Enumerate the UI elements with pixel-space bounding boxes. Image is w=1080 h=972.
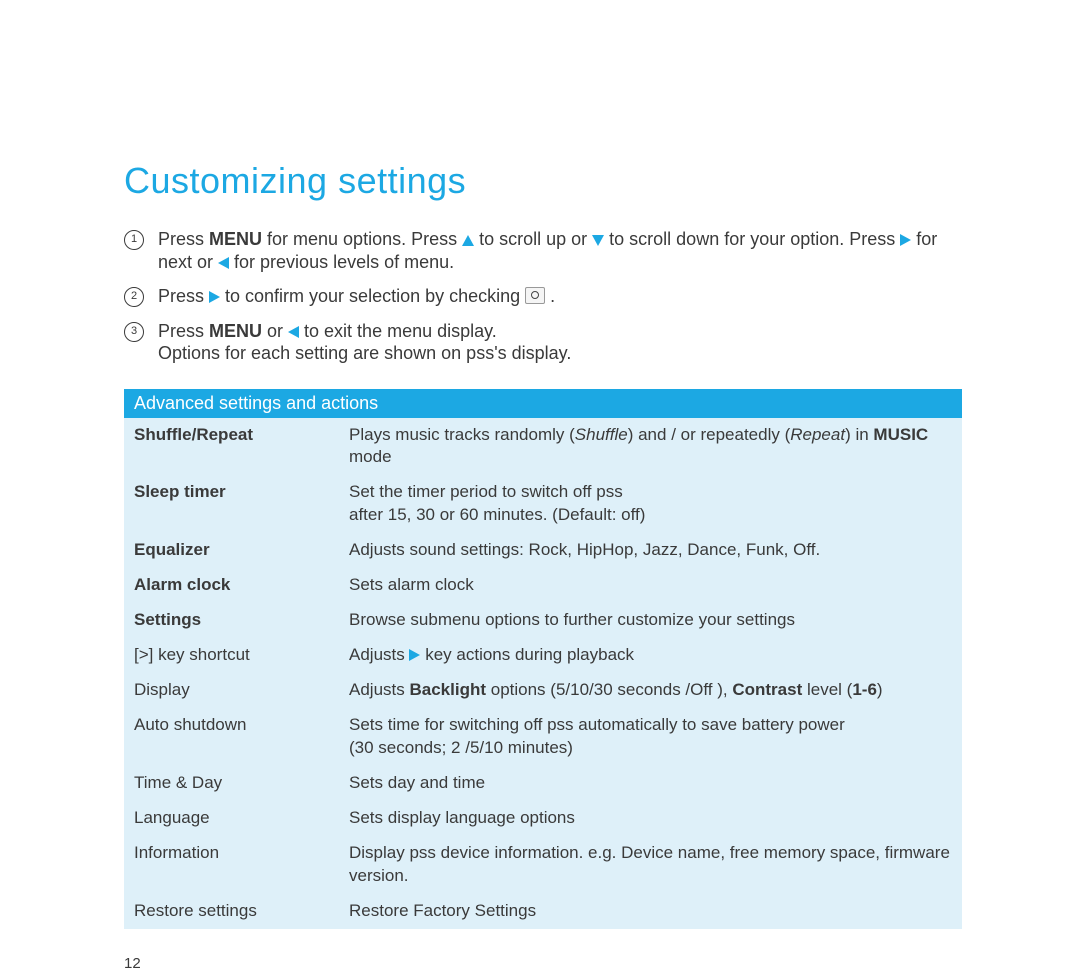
- checkbox-icon: [525, 287, 545, 304]
- table-row: [>] key shortcutAdjusts key actions duri…: [124, 638, 962, 673]
- step-1-text: Press MENU for menu options. Press to sc…: [158, 228, 962, 273]
- setting-label: Equalizer: [124, 533, 339, 568]
- setting-label: Time & Day: [124, 766, 339, 801]
- table-row: Auto shutdownSets time for switching off…: [124, 708, 962, 766]
- page-title: Customizing settings: [124, 160, 962, 202]
- step-number-3: 3: [124, 322, 144, 342]
- table-row: LanguageSets display language options: [124, 801, 962, 836]
- step-3-text: Press MENU or to exit the menu display. …: [158, 320, 962, 365]
- settings-table: Advanced settings and actions Shuffle/Re…: [124, 389, 962, 929]
- right-icon: [900, 234, 911, 246]
- left-icon: [218, 257, 229, 269]
- setting-label: Language: [124, 801, 339, 836]
- setting-label: Sleep timer: [124, 475, 339, 533]
- left-icon: [288, 326, 299, 338]
- table-row: SettingsBrowse submenu options to furthe…: [124, 603, 962, 638]
- setting-desc: Adjusts Backlight options (5/10/30 secon…: [339, 673, 962, 708]
- table-row: EqualizerAdjusts sound settings: Rock, H…: [124, 533, 962, 568]
- setting-label: [>] key shortcut: [124, 638, 339, 673]
- setting-desc: Adjusts key actions during playback: [339, 638, 962, 673]
- setting-label: Restore settings: [124, 894, 339, 929]
- setting-desc: Browse submenu options to further custom…: [339, 603, 962, 638]
- table-row: DisplayAdjusts Backlight options (5/10/3…: [124, 673, 962, 708]
- manual-page: Customizing settings 1 Press MENU for me…: [0, 0, 1080, 972]
- setting-label: Alarm clock: [124, 568, 339, 603]
- step-2-text: Press to confirm your selection by check…: [158, 285, 962, 308]
- table-row: Sleep timerSet the timer period to switc…: [124, 475, 962, 533]
- setting-desc: Restore Factory Settings: [339, 894, 962, 929]
- table-row: Restore settingsRestore Factory Settings: [124, 894, 962, 929]
- steps-list: 1 Press MENU for menu options. Press to …: [124, 228, 962, 365]
- setting-label: Auto shutdown: [124, 708, 339, 766]
- setting-label: Display: [124, 673, 339, 708]
- step-2: 2 Press to confirm your selection by che…: [124, 285, 962, 308]
- setting-desc: Sets time for switching off pss automati…: [339, 708, 962, 766]
- setting-desc: Display pss device information. e.g. Dev…: [339, 836, 962, 894]
- right-icon: [409, 649, 420, 661]
- table-row: Shuffle/RepeatPlays music tracks randoml…: [124, 418, 962, 476]
- table-header: Advanced settings and actions: [124, 389, 962, 418]
- down-icon: [592, 235, 604, 246]
- up-icon: [462, 235, 474, 246]
- setting-desc: Sets alarm clock: [339, 568, 962, 603]
- table-row: Time & DaySets day and time: [124, 766, 962, 801]
- step-1: 1 Press MENU for menu options. Press to …: [124, 228, 962, 273]
- settings-rows: Shuffle/RepeatPlays music tracks randoml…: [124, 418, 962, 929]
- table-row: InformationDisplay pss device informatio…: [124, 836, 962, 894]
- step-3: 3 Press MENU or to exit the menu display…: [124, 320, 962, 365]
- setting-desc: Plays music tracks randomly (Shuffle) an…: [339, 418, 962, 476]
- setting-label: Settings: [124, 603, 339, 638]
- setting-desc: Adjusts sound settings: Rock, HipHop, Ja…: [339, 533, 962, 568]
- setting-label: Information: [124, 836, 339, 894]
- step-number-2: 2: [124, 287, 144, 307]
- setting-desc: Set the timer period to switch off pssaf…: [339, 475, 962, 533]
- right-icon: [209, 291, 220, 303]
- page-number: 12: [124, 955, 962, 972]
- setting-desc: Sets day and time: [339, 766, 962, 801]
- table-row: Alarm clockSets alarm clock: [124, 568, 962, 603]
- setting-label: Shuffle/Repeat: [124, 418, 339, 476]
- step-number-1: 1: [124, 230, 144, 250]
- setting-desc: Sets display language options: [339, 801, 962, 836]
